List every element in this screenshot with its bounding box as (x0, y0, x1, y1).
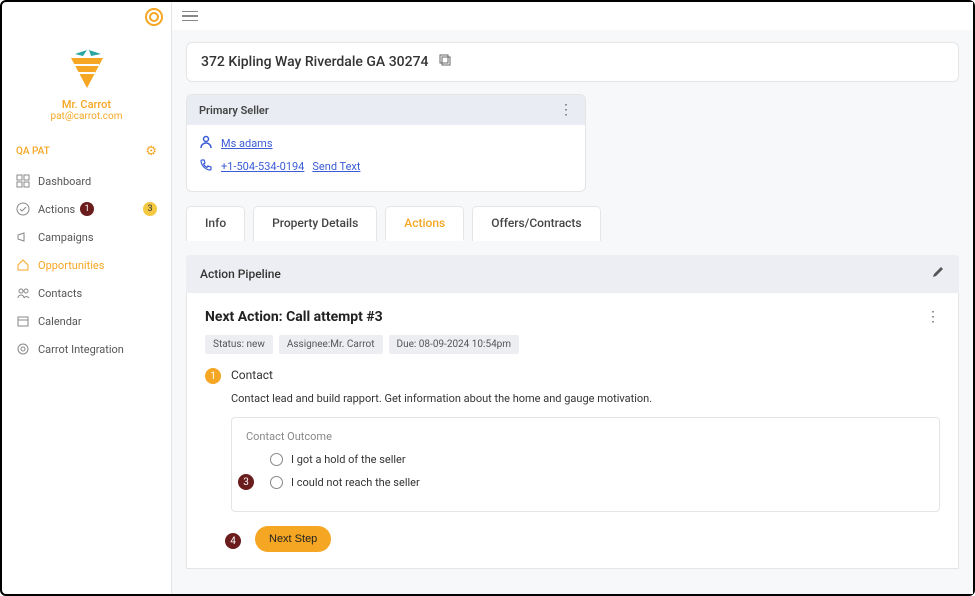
radio-icon (270, 476, 283, 489)
nav-item-dashboard[interactable]: Dashboard (2, 167, 171, 195)
dashboard-icon (16, 174, 30, 188)
radio-icon (270, 453, 283, 466)
address-text: 372 Kipling Way Riverdale GA 30274 (201, 54, 428, 70)
nav-label: Opportunities (38, 259, 104, 272)
seller-name-link[interactable]: Ms adams (221, 137, 273, 150)
outcome-title: Contact Outcome (246, 430, 925, 443)
step-description: Contact lead and build rapport. Get info… (231, 392, 940, 405)
check-circle-icon (16, 202, 30, 216)
due-chip: Due: 08-09-2024 10:54pm (389, 335, 520, 354)
person-icon (199, 135, 213, 152)
tab-property-details[interactable]: Property Details (253, 206, 377, 241)
status-chip: Status: new (205, 335, 273, 354)
main-content: 372 Kipling Way Riverdale GA 30274 Prima… (172, 2, 973, 594)
nav-label: Carrot Integration (38, 343, 124, 356)
annotation-marker-4: 4 (225, 533, 241, 549)
calendar-icon (16, 314, 30, 328)
next-action-title: Next Action: Call attempt #3 (205, 309, 383, 325)
annotation-marker-3: 3 (238, 474, 254, 490)
copy-icon[interactable] (438, 53, 452, 71)
primary-seller-card: Primary Seller ⋮ Ms adams +1-504- (186, 94, 586, 192)
kebab-menu-icon[interactable]: ⋮ (559, 103, 573, 117)
pipeline-header: Action Pipeline (186, 255, 959, 293)
nav-item-opportunities[interactable]: Opportunities (2, 251, 171, 279)
pencil-icon[interactable] (931, 265, 945, 283)
outcome-option-could-not-reach[interactable]: I could not reach the seller (270, 476, 925, 489)
phone-icon (199, 158, 213, 175)
nav-item-calendar[interactable]: Calendar (2, 307, 171, 335)
nav-label: Calendar (38, 315, 82, 328)
user-email: pat@carrot.com (51, 111, 123, 122)
pipeline-title: Action Pipeline (200, 267, 281, 281)
nav-label: Dashboard (38, 175, 91, 188)
logo-area: Mr. Carrot pat@carrot.com (2, 10, 171, 136)
contact-outcome-box: Contact Outcome I got a hold of the sell… (231, 417, 940, 512)
nav-item-campaigns[interactable]: Campaigns (2, 223, 171, 251)
nav-label: Campaigns (38, 231, 94, 244)
step-label: Contact (231, 368, 273, 382)
home-icon (16, 258, 30, 272)
nav-label: Actions (38, 203, 75, 216)
nav-badge-pending: 3 (143, 202, 157, 216)
carrot-logo-icon (65, 40, 109, 90)
integration-icon (16, 342, 30, 356)
radio-label: I could not reach the seller (291, 476, 420, 489)
address-bar: 372 Kipling Way Riverdale GA 30274 (186, 42, 959, 82)
nav-item-contacts[interactable]: Contacts (2, 279, 171, 307)
tab-info[interactable]: Info (186, 206, 245, 241)
next-step-button[interactable]: Next Step (255, 526, 331, 552)
users-icon (16, 286, 30, 300)
nav-list: Dashboard Actions 1 3 Campaigns (2, 167, 171, 363)
radio-label: I got a hold of the seller (291, 453, 406, 466)
gear-icon[interactable]: ⚙ (145, 144, 157, 159)
send-text-link[interactable]: Send Text (312, 160, 360, 173)
topbar (172, 2, 973, 30)
workspace-label: QA PAT (16, 146, 50, 157)
workspace-header: QA PAT ⚙ (2, 136, 171, 167)
pipeline-body: Next Action: Call attempt #3 ⋮ Status: n… (186, 293, 959, 569)
kebab-menu-icon[interactable]: ⋮ (926, 310, 940, 324)
account-circle-icon[interactable] (145, 8, 163, 26)
step-number-badge: 1 (205, 368, 221, 384)
detail-tabs: Info Property Details Actions Offers/Con… (186, 206, 959, 241)
nav-badge-count: 1 (80, 202, 94, 216)
seller-card-title: Primary Seller (199, 104, 269, 117)
nav-label: Contacts (38, 287, 82, 300)
nav-item-carrot-integration[interactable]: Carrot Integration (2, 335, 171, 363)
seller-phone-link[interactable]: +1-504-534-0194 (221, 160, 304, 173)
hamburger-icon[interactable] (182, 11, 198, 22)
megaphone-icon (16, 230, 30, 244)
sidebar: Mr. Carrot pat@carrot.com QA PAT ⚙ Dashb… (2, 2, 172, 594)
tab-actions[interactable]: Actions (385, 206, 464, 241)
nav-item-actions[interactable]: Actions 1 3 (2, 195, 171, 223)
assignee-chip: Assignee:Mr. Carrot (279, 335, 383, 354)
outcome-option-got-hold[interactable]: I got a hold of the seller (270, 453, 925, 466)
user-name: Mr. Carrot (62, 98, 111, 111)
content-scroll: 372 Kipling Way Riverdale GA 30274 Prima… (172, 30, 973, 594)
tab-offers-contracts[interactable]: Offers/Contracts (472, 206, 600, 241)
